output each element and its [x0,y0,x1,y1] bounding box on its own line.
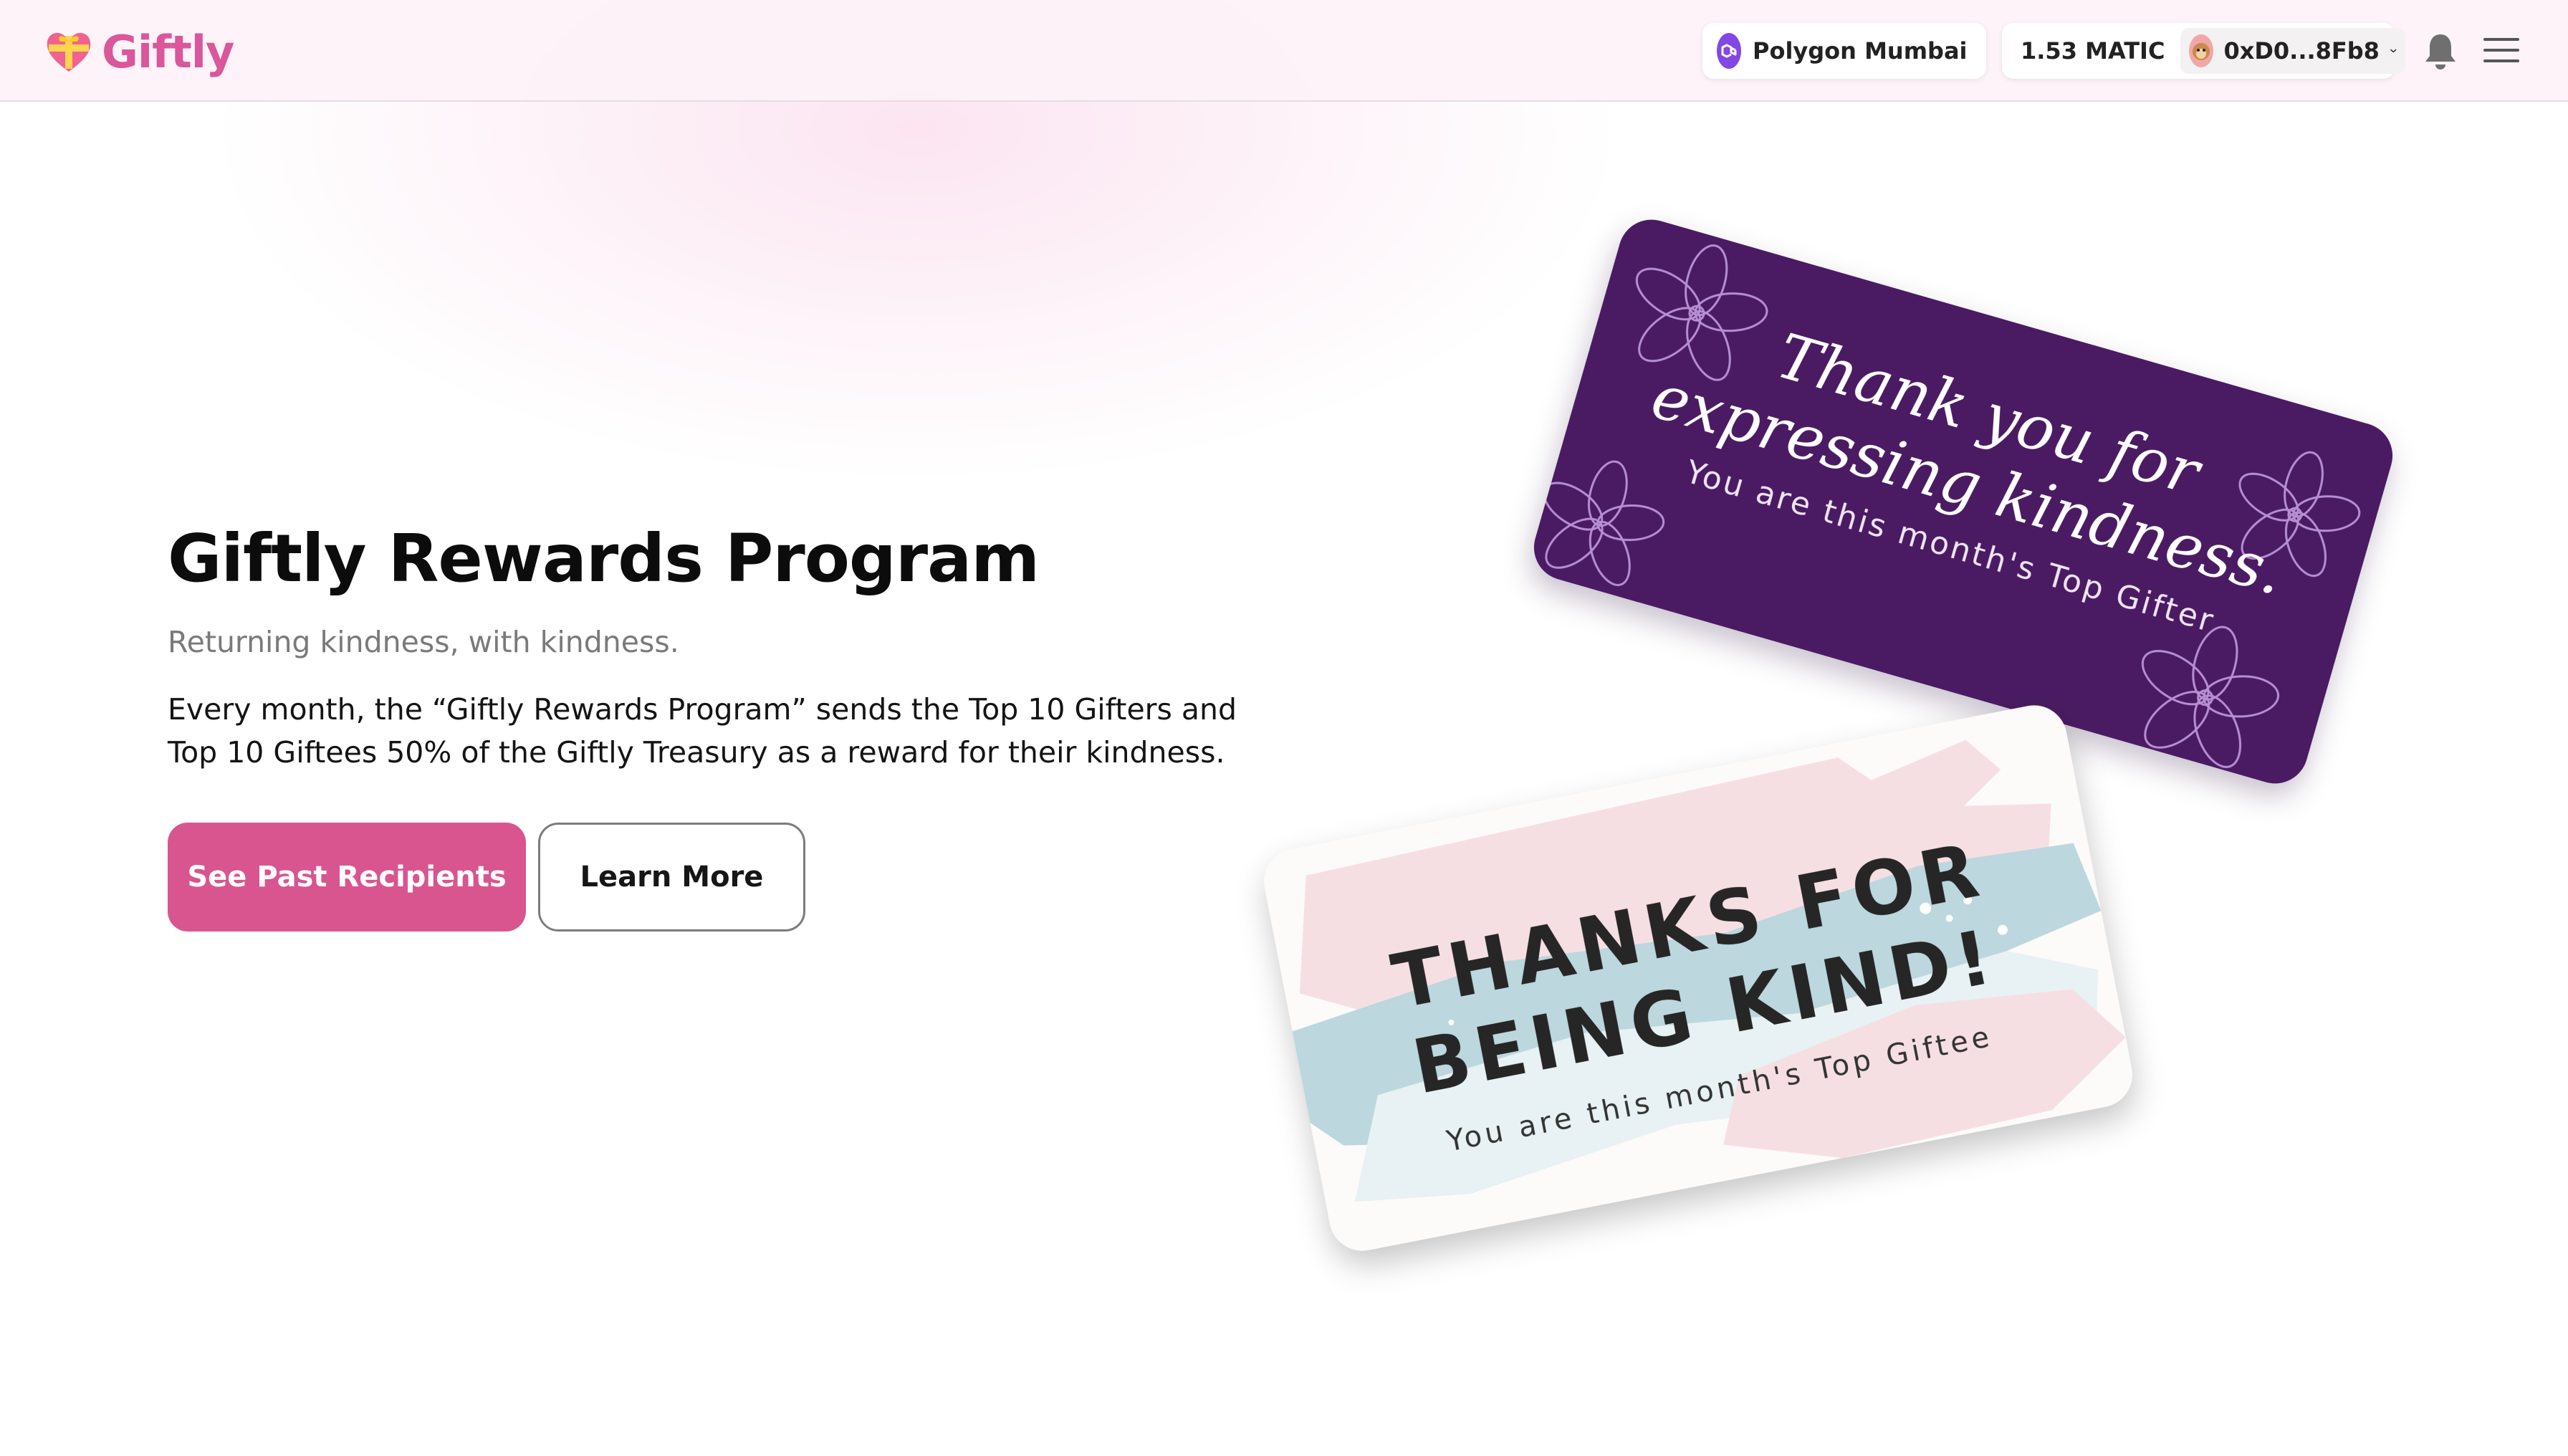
network-selector[interactable]: Polygon Mumbai [1702,23,1986,79]
page-subtitle: Returning kindness, with kindness. [168,625,679,659]
polygon-icon [1717,33,1741,69]
learn-more-button[interactable]: Learn More [538,823,805,931]
network-label: Polygon Mumbai [1753,37,1968,64]
hamburger-menu-icon[interactable] [2483,36,2519,64]
brand-name: Giftly [102,25,234,78]
top-giftee-card: THANKS FOR BEING KIND! You are this mont… [1258,699,2138,1257]
wallet-address: 0xD0...8Fb8 [2223,37,2380,64]
bell-icon[interactable] [2422,32,2459,72]
see-past-recipients-button[interactable]: See Past Recipients [168,823,526,931]
heart-gift-icon [47,32,91,72]
monkey-avatar-icon [2189,34,2214,67]
account-widget: 1.53 MATIC 0xD0...8Fb8 [2002,23,2406,79]
account-button[interactable]: 0xD0...8Fb8 [2180,28,2406,74]
page-title: Giftly Rewards Program [168,520,1040,597]
program-description: Every month, the “Giftly Rewards Program… [168,692,1237,770]
chevron-down-icon [2390,49,2397,53]
top-gifter-card: Thank you for expressing kindness. You a… [1526,211,2400,792]
wallet-balance: 1.53 MATIC [2021,37,2165,64]
top-navbar: Giftly Polygon Mumbai 1.53 MATIC 0xD0...… [0,0,2568,102]
brand-logo[interactable]: Giftly [43,23,234,80]
